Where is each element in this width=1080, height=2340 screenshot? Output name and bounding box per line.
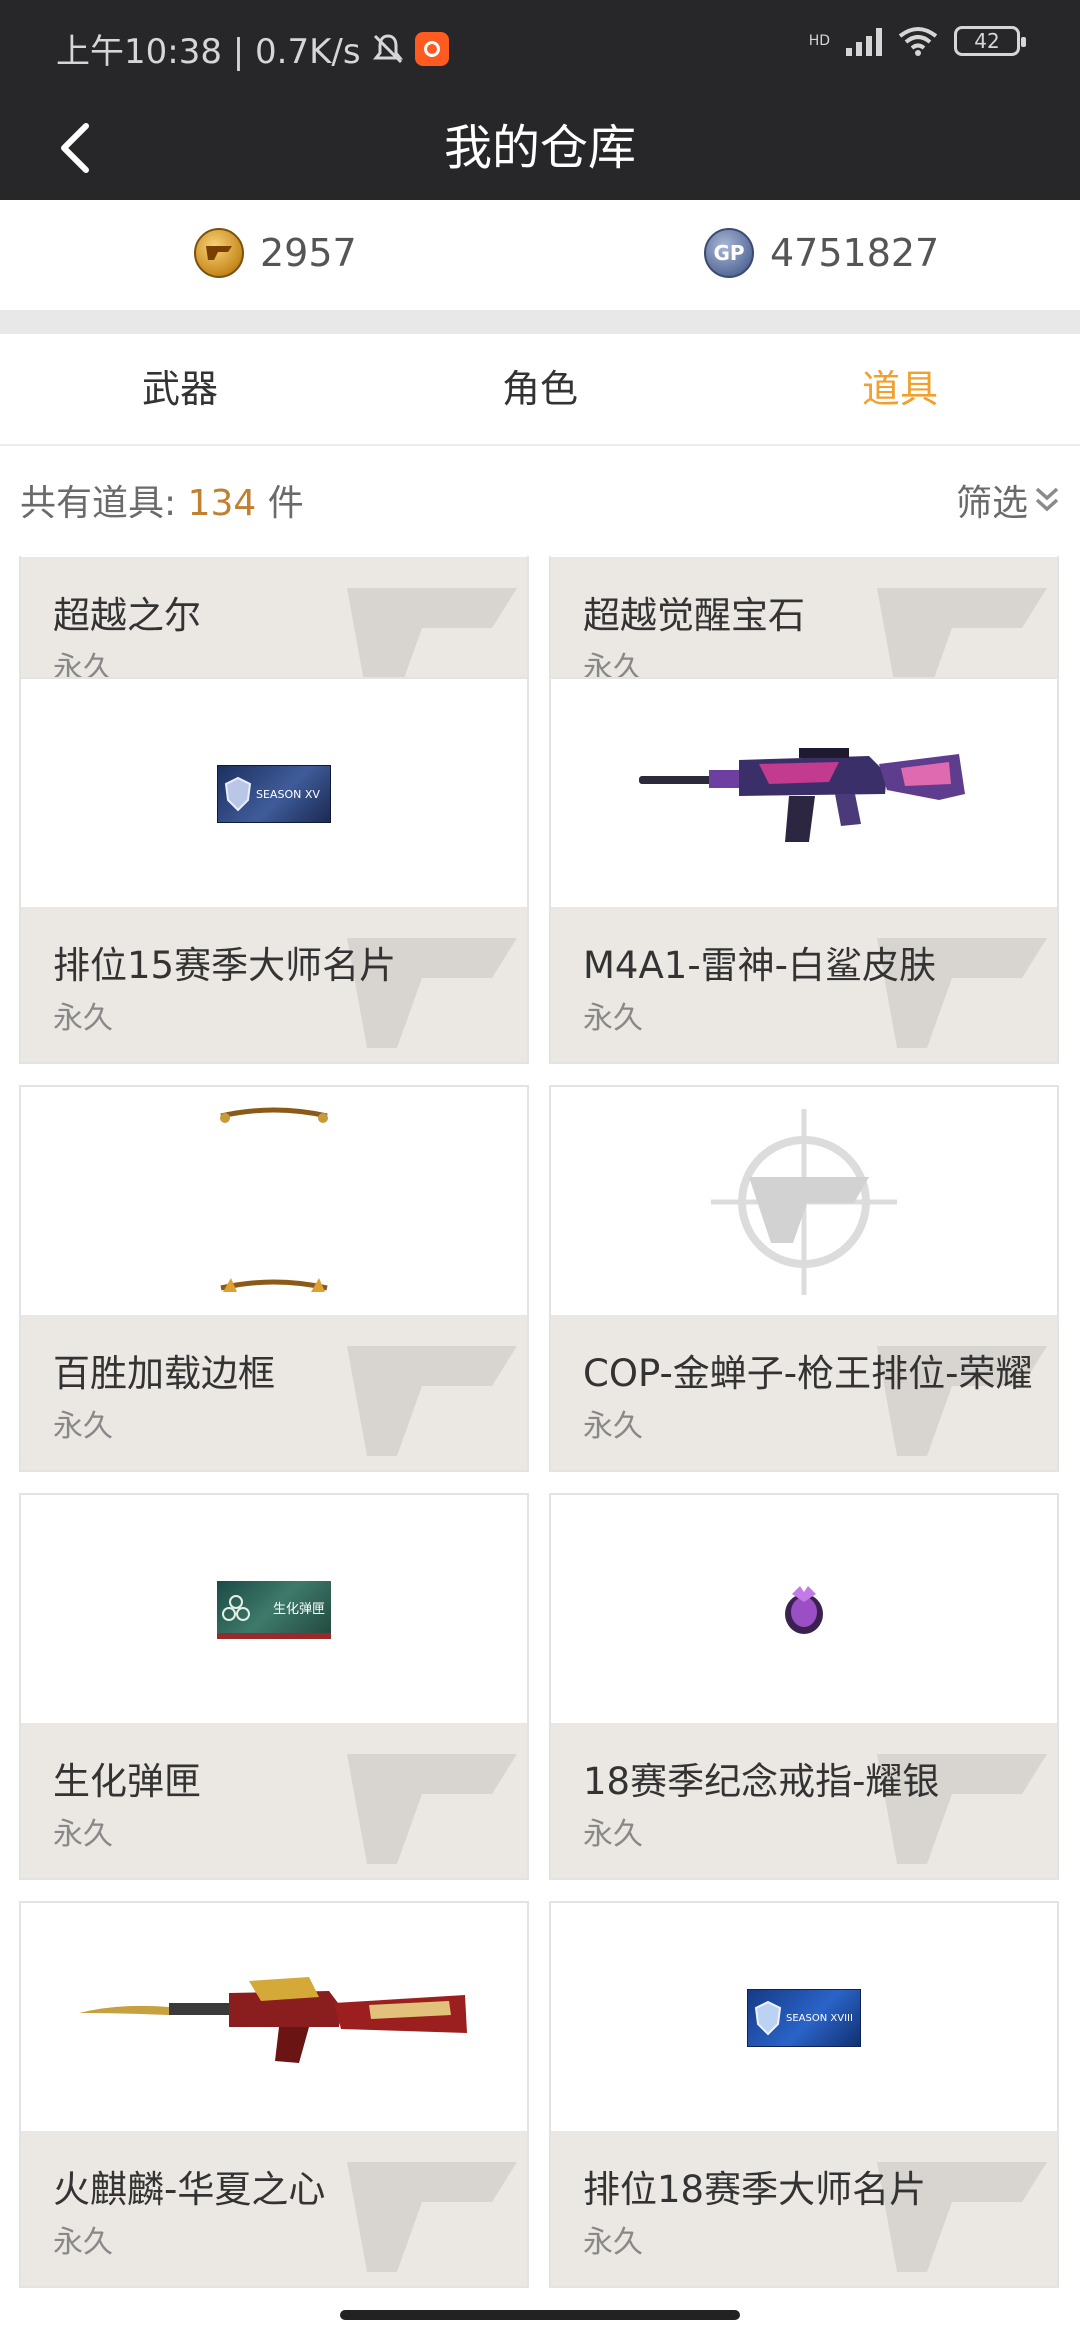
item-name: 排位18赛季大师名片 (583, 2168, 927, 2211)
item-info: 百胜加载边框 永久 (21, 1315, 527, 1470)
item-image (21, 1087, 527, 1317)
home-indicator[interactable] (340, 2310, 740, 2320)
item-card[interactable]: 生化弹匣 生化弹匣 永久 (19, 1493, 529, 1880)
gp-points: GP 4751827 (704, 228, 939, 278)
app-notification-icon (414, 31, 449, 66)
item-info: 排位18赛季大师名片 永久 (551, 2131, 1057, 2286)
tab-roles[interactable]: 角色 (360, 334, 720, 444)
page-title: 我的仓库 (443, 120, 636, 176)
status-bar: 上午10:38 | 0.7K/s HD 42 (0, 0, 1080, 96)
item-duration: 永久 (583, 1817, 643, 1852)
item-image (21, 1903, 527, 2133)
cf-points: 2957 (194, 228, 357, 278)
item-card[interactable]: 火麒麟-华夏之心 永久 (19, 1901, 529, 2288)
summary-bar: 共有道具: 134 件 筛选 (0, 448, 1080, 548)
season-card-label: SEASON XVIII (786, 2012, 853, 2024)
item-grid: 超越之尔 永久 超越觉醒宝石 永久 SEASON XV 排位15赛季大师名片 永… (0, 556, 1080, 2296)
item-image: SEASON XV (21, 679, 527, 909)
item-name: 18赛季纪念戒指-耀银 (583, 1760, 940, 1803)
status-right: HD 42 (808, 26, 1026, 56)
item-duration: 永久 (53, 1409, 113, 1444)
item-image: SEASON XVIII (551, 1903, 1057, 2133)
item-info: M4A1-雷神-白鲨皮肤 永久 (551, 907, 1057, 1062)
cf-logo-placeholder-icon (711, 1109, 897, 1295)
gp-badge-label: GP (713, 241, 745, 265)
tab-weapons[interactable]: 武器 (0, 334, 360, 444)
m4a1-rifle-image (639, 748, 965, 842)
item-duration: 永久 (583, 2225, 643, 2260)
wifi-icon (898, 27, 938, 56)
item-name: M4A1-雷神-白鲨皮肤 (583, 944, 937, 987)
item-duration: 永久 (53, 1817, 113, 1852)
item-duration: 永久 (583, 1409, 643, 1444)
item-duration: 永久 (53, 1001, 113, 1036)
filter-label: 筛选 (955, 483, 1028, 524)
item-duration: 永久 (53, 2225, 113, 2260)
item-image: 生化弹匣 (21, 1495, 527, 1725)
biohazard-icon (222, 1595, 250, 1621)
mute-notification-icon (372, 33, 403, 63)
title-bar: 我的仓库 (0, 96, 1080, 200)
item-count-prefix: 共有道具: (20, 483, 188, 524)
item-image (551, 679, 1057, 909)
item-card[interactable]: SEASON XV 排位15赛季大师名片 永久 (19, 677, 529, 1064)
filter-button[interactable]: 筛选 (956, 474, 1060, 526)
item-name: 超越觉醒宝石 (583, 594, 805, 637)
item-card[interactable]: M4A1-雷神-白鲨皮肤 永久 (549, 677, 1059, 1064)
battery-icon: 42 (954, 26, 1026, 56)
item-card[interactable]: 18赛季纪念戒指-耀银 永久 (549, 1493, 1059, 1880)
season-card-label: SEASON XV (256, 787, 320, 801)
item-info: 18赛季纪念戒指-耀银 永久 (551, 1723, 1057, 1878)
season-card-image: SEASON XV (217, 765, 331, 823)
ammo-box-label: 生化弹匣 (272, 1601, 325, 1617)
item-name: 生化弹匣 (53, 1760, 201, 1803)
item-name: 火麒麟-华夏之心 (53, 2168, 326, 2211)
item-count-number: 134 (187, 483, 257, 524)
network-label: HD (808, 33, 830, 49)
shield-icon (224, 776, 252, 812)
loading-frame-image (220, 1107, 328, 1292)
item-count-suffix: 件 (256, 483, 304, 524)
battery-level: 42 (974, 29, 1000, 53)
status-left: 上午10:38 | 0.7K/s (56, 24, 449, 73)
double-chevron-down-icon (1035, 487, 1059, 512)
shield-icon (754, 2000, 782, 2036)
signal-icon (846, 26, 882, 56)
gp-points-value: 4751827 (770, 231, 940, 275)
category-tabs: 武器 角色 道具 (0, 334, 1080, 446)
ak-rifle-image (79, 1977, 467, 2063)
ring-image (785, 1586, 823, 1634)
item-info: 生化弹匣 永久 (21, 1723, 527, 1878)
item-name: 排位15赛季大师名片 (53, 944, 397, 987)
item-name: 超越之尔 (53, 594, 201, 637)
item-info: COP-金蝉子-枪王排位-荣耀 永久 (551, 1315, 1057, 1470)
gp-coin-icon: GP (704, 228, 754, 278)
item-image (551, 1087, 1057, 1317)
cf-points-value: 2957 (260, 231, 357, 275)
item-card[interactable]: 百胜加载边框 永久 (19, 1085, 529, 1472)
item-info: 排位15赛季大师名片 永久 (21, 907, 527, 1062)
item-duration: 永久 (583, 1001, 643, 1036)
status-time-speed: 上午10:38 | 0.7K/s (56, 32, 361, 72)
item-card[interactable]: SEASON XVIII 排位18赛季大师名片 永久 (549, 1901, 1059, 2288)
ammo-box-image: 生化弹匣 (217, 1581, 331, 1639)
item-card[interactable]: COP-金蝉子-枪王排位-荣耀 永久 (549, 1085, 1059, 1472)
item-name: 百胜加载边框 (53, 1352, 275, 1395)
item-info: 火麒麟-华夏之心 永久 (21, 2131, 527, 2286)
item-count: 共有道具: 134 件 (20, 474, 304, 526)
cf-coin-icon (194, 228, 244, 278)
currency-bar: 2957 GP 4751827 (0, 200, 1080, 310)
item-name: COP-金蝉子-枪王排位-荣耀 (583, 1352, 1033, 1395)
tab-items[interactable]: 道具 (720, 334, 1080, 444)
season-card-image: SEASON XVIII (747, 1989, 861, 2047)
section-divider (0, 310, 1080, 334)
item-image (551, 1495, 1057, 1725)
